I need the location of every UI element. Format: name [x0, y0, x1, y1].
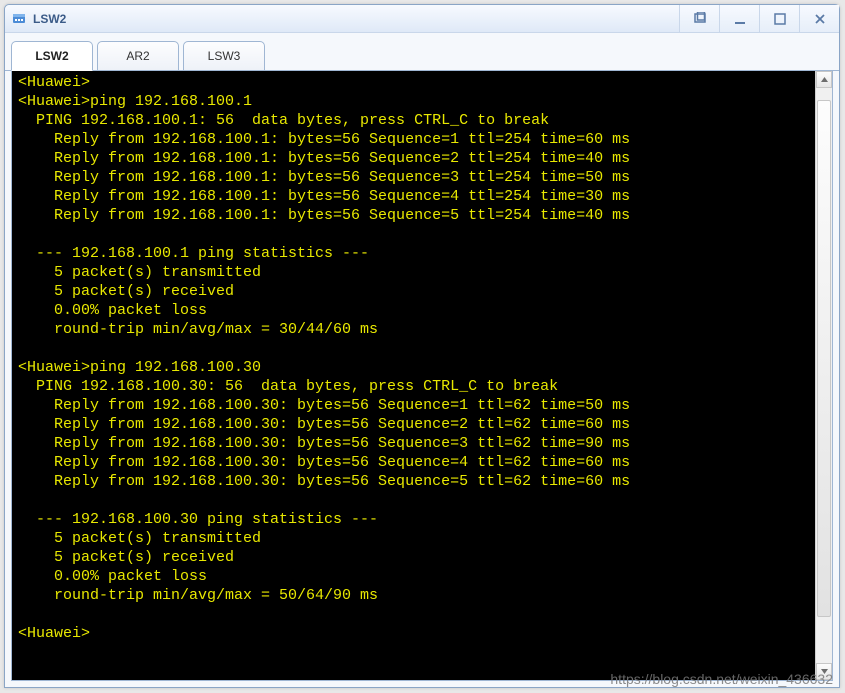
- terminal-panel: <Huawei> <Huawei>ping 192.168.100.1 PING…: [11, 71, 833, 681]
- tab-lsw2[interactable]: LSW2: [11, 41, 93, 71]
- window-title: LSW2: [33, 12, 679, 26]
- scroll-track[interactable]: [816, 88, 832, 663]
- scroll-down-button[interactable]: [816, 663, 832, 680]
- tab-label: LSW3: [208, 49, 241, 63]
- app-window: LSW2 LSW2 AR2 LSW3 <Huawei> <Huawei>ping 1…: [4, 4, 840, 688]
- scroll-thumb[interactable]: [817, 100, 831, 618]
- tab-label: LSW2: [35, 49, 68, 63]
- window-pin-button[interactable]: [679, 5, 719, 32]
- terminal-output[interactable]: <Huawei> <Huawei>ping 192.168.100.1 PING…: [12, 71, 815, 680]
- window-controls: [679, 5, 839, 32]
- close-button[interactable]: [799, 5, 839, 32]
- tab-label: AR2: [126, 49, 149, 63]
- vertical-scrollbar[interactable]: [815, 71, 832, 680]
- maximize-button[interactable]: [759, 5, 799, 32]
- tabbar: LSW2 AR2 LSW3: [5, 33, 839, 71]
- titlebar[interactable]: LSW2: [5, 5, 839, 33]
- minimize-button[interactable]: [719, 5, 759, 32]
- app-icon: [11, 11, 27, 27]
- tab-ar2[interactable]: AR2: [97, 41, 179, 71]
- tab-lsw3[interactable]: LSW3: [183, 41, 265, 71]
- scroll-up-button[interactable]: [816, 71, 832, 88]
